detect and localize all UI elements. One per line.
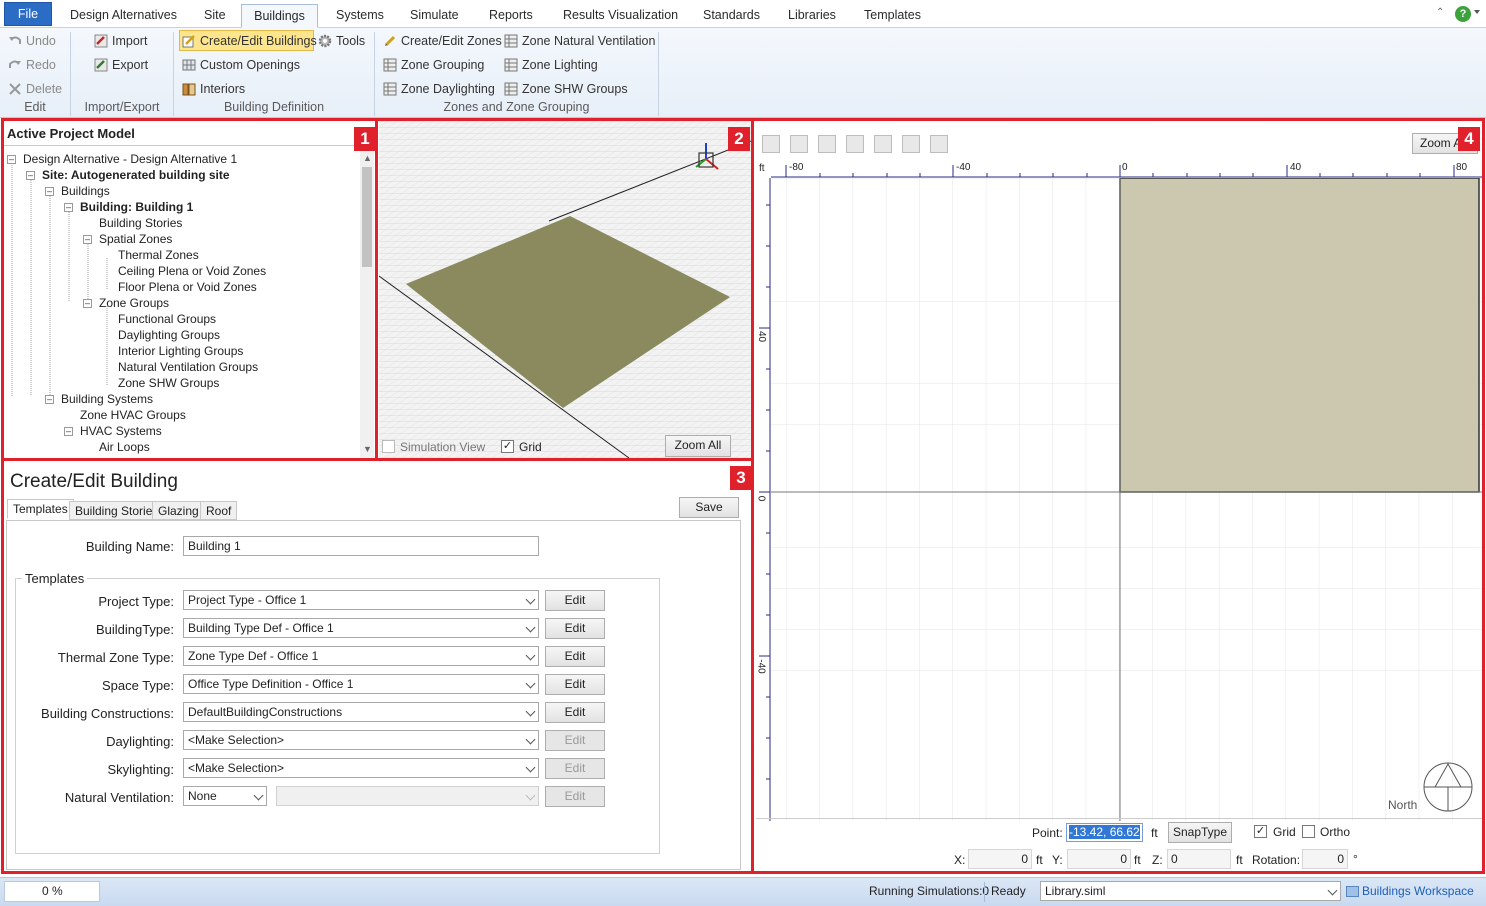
zone-lighting-icon — [504, 58, 518, 72]
edit-group-label: Edit — [24, 100, 46, 114]
tab-buildings[interactable]: Buildings — [241, 4, 318, 28]
zone-daylighting-label: Zone Daylighting — [401, 82, 495, 96]
workspace-icon — [1346, 886, 1359, 897]
custom-openings-label: Custom Openings — [200, 58, 301, 72]
redo-label: Redo — [26, 58, 56, 72]
status-bar: 0 % Running Simulations:0 Ready Library.… — [0, 877, 1486, 906]
tab-systems[interactable]: Systems — [330, 4, 390, 28]
tab-results-visualization[interactable]: Results Visualization — [557, 4, 684, 28]
tab-design-alternatives[interactable]: Design Alternatives — [64, 4, 183, 28]
progress-text: 0 % — [42, 884, 63, 898]
zone-lighting-button[interactable]: Zone Lighting — [502, 55, 598, 75]
interiors-label: Interiors — [200, 82, 246, 96]
highlight-box-3 — [1, 458, 754, 874]
redo-button[interactable]: Redo — [6, 55, 56, 75]
panel-number-badge: 4 — [1458, 127, 1480, 151]
ready-status: Ready — [991, 884, 1026, 898]
tab-libraries[interactable]: Libraries — [782, 4, 842, 28]
highlight-box-4 — [751, 118, 1485, 874]
create-edit-zones-button[interactable]: Create/Edit Zones — [381, 31, 502, 51]
export-label: Export — [112, 58, 149, 72]
library-value: Library.siml — [1045, 884, 1106, 898]
zone-shw-groups-label: Zone SHW Groups — [522, 82, 628, 96]
create-edit-buildings-button[interactable]: Create/Edit Buildings — [179, 30, 317, 51]
tab-reports[interactable]: Reports — [483, 4, 539, 28]
redo-icon — [9, 60, 21, 68]
zone-grouping-button[interactable]: Zone Grouping — [381, 55, 484, 75]
pencil-building-icon — [182, 35, 195, 48]
zone-lighting-label: Zone Lighting — [522, 58, 598, 72]
gear-icon — [318, 34, 332, 48]
tools-button[interactable]: Tools — [316, 31, 365, 51]
library-select[interactable]: Library.siml — [1040, 881, 1341, 901]
menu-tab-bar: File Design Alternatives Site Buildings … — [0, 0, 1486, 28]
import-icon — [94, 34, 108, 48]
minimize-ribbon-icon[interactable]: ⌃ — [1436, 8, 1446, 18]
panel-number-badge: 2 — [728, 127, 750, 151]
interiors-icon — [182, 83, 196, 96]
interiors-button[interactable]: Interiors — [180, 79, 245, 99]
ribbon: Undo Redo Delete Edit Import Export Impo… — [0, 28, 1486, 118]
export-button[interactable]: Export — [92, 55, 148, 75]
building-definition-group-label: Building Definition — [223, 100, 325, 114]
custom-openings-button[interactable]: Custom Openings — [180, 55, 300, 75]
create-edit-buildings-label: Create/Edit Buildings — [200, 34, 317, 48]
panel-number-badge: 3 — [730, 466, 752, 490]
undo-icon — [9, 36, 21, 44]
export-icon — [94, 58, 108, 72]
tab-site[interactable]: Site — [198, 4, 232, 28]
undo-button[interactable]: Undo — [6, 31, 56, 51]
zone-daylighting-button[interactable]: Zone Daylighting — [381, 79, 495, 99]
zone-shw-groups-button[interactable]: Zone SHW Groups — [502, 79, 628, 99]
zone-daylighting-icon — [383, 82, 397, 96]
zone-natural-ventilation-button[interactable]: Zone Natural Ventilation — [502, 31, 655, 51]
help-icon[interactable]: ? — [1455, 6, 1471, 22]
panel-number-badge: 1 — [354, 127, 376, 151]
tab-file[interactable]: File — [4, 2, 52, 26]
help-dropdown-icon[interactable] — [1474, 10, 1480, 14]
buildings-workspace-link[interactable]: Buildings Workspace — [1362, 884, 1474, 898]
tab-templates[interactable]: Templates — [858, 4, 927, 28]
zone-natural-ventilation-label: Zone Natural Ventilation — [522, 34, 656, 48]
zone-grouping-label: Zone Grouping — [401, 58, 485, 72]
undo-label: Undo — [26, 34, 56, 48]
tab-simulate[interactable]: Simulate — [404, 4, 465, 28]
running-simulations: Running Simulations:0 — [869, 884, 990, 898]
group-separator — [658, 32, 659, 116]
delete-label: Delete — [26, 82, 63, 96]
zone-grouping-icon — [383, 58, 397, 72]
zone-ventilation-icon — [504, 34, 518, 48]
delete-icon — [9, 83, 21, 95]
zone-shw-icon — [504, 82, 518, 96]
zones-group-label: Zones and Zone Grouping — [443, 100, 590, 114]
window-grid-icon — [182, 59, 196, 71]
import-button[interactable]: Import — [92, 31, 147, 51]
chevron-down-icon — [1327, 885, 1338, 896]
status-divider — [984, 882, 985, 902]
tools-label: Tools — [336, 34, 366, 48]
tab-standards[interactable]: Standards — [697, 4, 766, 28]
pencil-icon — [384, 35, 396, 47]
delete-button[interactable]: Delete — [6, 79, 62, 99]
highlight-box-1 — [1, 118, 378, 461]
highlight-box-2 — [375, 118, 754, 461]
create-edit-zones-label: Create/Edit Zones — [401, 34, 502, 48]
import-export-group-label: Import/Export — [84, 100, 160, 114]
import-label: Import — [112, 34, 148, 48]
